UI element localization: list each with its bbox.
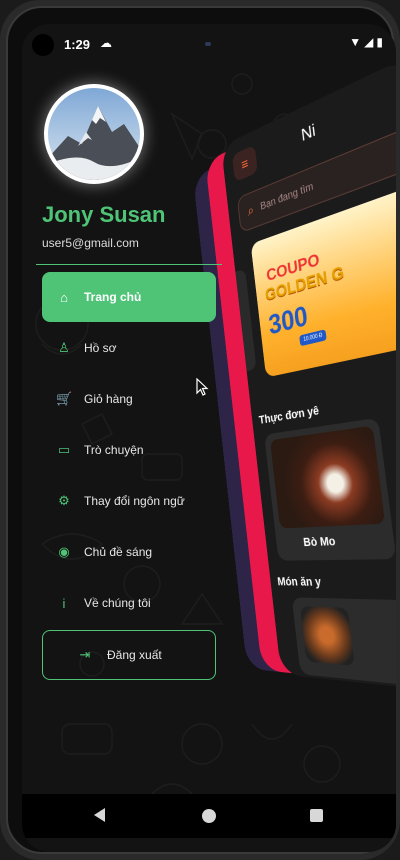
home-nav-icon[interactable]: [202, 809, 216, 823]
profile-divider: [36, 264, 222, 265]
mountain-avatar-image: [48, 88, 140, 180]
food-name: Bò Mo: [302, 535, 337, 550]
menu-item-globe[interactable]: ◉ Chủ đề sáng: [42, 527, 216, 577]
status-time: 1:29: [64, 37, 91, 52]
user-icon: ♙: [58, 340, 70, 355]
chat-icon: ▭: [57, 442, 71, 457]
preview-title: Ni: [300, 121, 317, 146]
mouse-cursor-icon: [196, 378, 209, 396]
food-image-2: [299, 606, 355, 666]
signal-icon: ◢: [364, 35, 377, 49]
menu-item-label: Trò chuyện: [84, 443, 144, 457]
home-icon: ⌂: [60, 289, 68, 305]
cart-icon: 🛒: [56, 391, 73, 406]
search-icon: ⌕: [246, 201, 255, 219]
menu-item-home[interactable]: ⌂ Trang chủ: [42, 272, 216, 322]
menu-item-label: Giỏ hàng: [84, 392, 133, 406]
menu-item-gear[interactable]: ⚙ Thay đổi ngôn ngữ: [42, 476, 216, 526]
gear-icon: ⚙: [58, 493, 70, 508]
menu-item-label: Hồ sơ: [84, 341, 117, 355]
device-frame: 1:29 ☁ ▼◢▮ ≡ Ni ⌕ Bạn đang tìm COUPO GOL…: [0, 0, 400, 860]
recents-icon[interactable]: [310, 809, 323, 822]
user-name: Jony Susan: [42, 202, 166, 227]
avatar[interactable]: [44, 84, 144, 184]
preview-section-menu: Thực đơn yê: [258, 404, 320, 427]
back-icon[interactable]: [94, 808, 105, 822]
menu-item-cart[interactable]: 🛒 Giỏ hàng: [42, 374, 216, 424]
proximity-sensor: [205, 42, 211, 46]
logout-button[interactable]: ⇥ Đăng xuất: [42, 630, 216, 680]
food-image: [269, 425, 386, 529]
wifi-icon: ▼: [349, 35, 365, 49]
menu-item-label: Trang chủ: [84, 290, 142, 304]
preview-food-card[interactable]: Bò Mo: [264, 417, 396, 561]
menu-item-info[interactable]: i Về chúng tôi: [42, 578, 216, 628]
screen: 1:29 ☁ ▼◢▮ ≡ Ni ⌕ Bạn đang tìm COUPO GOL…: [22, 24, 396, 852]
status-bar: 1:29 ☁ ▼◢▮: [22, 24, 396, 64]
user-email: user5@gmail.com: [42, 236, 139, 250]
device-bezel: 1:29 ☁ ▼◢▮ ≡ Ni ⌕ Bạn đang tìm COUPO GOL…: [6, 6, 396, 854]
front-camera: [32, 34, 54, 56]
system-nav-bar: [22, 794, 396, 838]
menu-item-label: Thay đổi ngôn ngữ: [84, 494, 185, 508]
logout-icon: ⇥: [79, 647, 91, 662]
preview-menu-icon[interactable]: ≡: [231, 144, 258, 183]
menu-item-label: Về chúng tôi: [84, 596, 151, 610]
preview-search-placeholder: Bạn đang tìm: [259, 180, 314, 213]
preview-section-dishes: Món ăn y: [276, 575, 322, 590]
battery-icon: ▮: [376, 35, 386, 49]
menu-item-user[interactable]: ♙ Hồ sơ: [42, 323, 216, 373]
logout-label: Đăng xuất: [107, 648, 162, 662]
globe-icon: ◉: [58, 544, 70, 559]
menu-item-chat[interactable]: ▭ Trò chuyện: [42, 425, 216, 475]
menu-item-label: Chủ đề sáng: [84, 545, 153, 559]
status-icons: ▼◢▮: [349, 35, 386, 49]
preview-food-card-2[interactable]: [291, 597, 396, 687]
info-icon: i: [62, 595, 66, 611]
cloud-icon: ☁: [100, 36, 112, 50]
